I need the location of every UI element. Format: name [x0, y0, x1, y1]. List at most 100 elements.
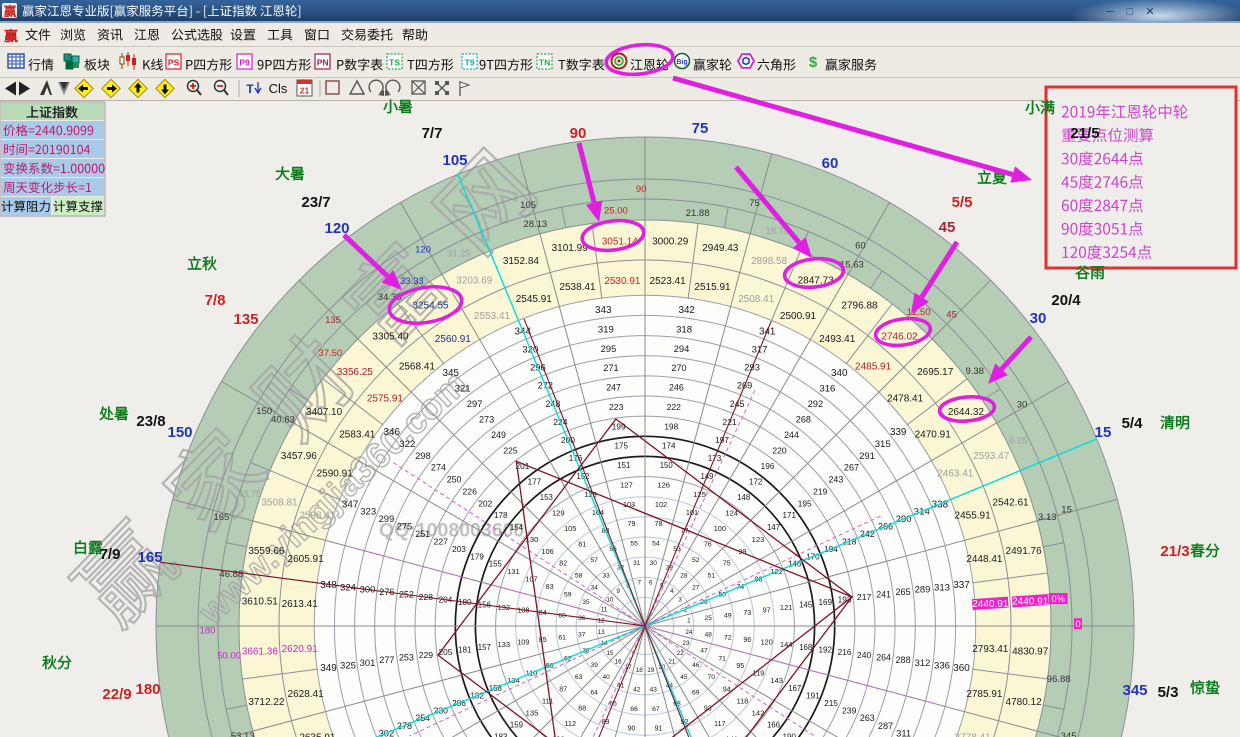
svg-text:30: 30: [1017, 400, 1028, 411]
svg-text:229: 229: [419, 650, 434, 660]
svg-text:5/5: 5/5: [952, 194, 973, 211]
svg-text:90: 90: [570, 125, 587, 142]
svg-text:64: 64: [590, 690, 598, 697]
svg-text:318: 318: [676, 324, 692, 335]
svg-text:40: 40: [602, 674, 610, 681]
svg-text:195: 195: [798, 498, 812, 508]
svg-text:2440.91: 2440.91: [1012, 596, 1049, 607]
svg-text:50.00: 50.00: [217, 651, 241, 662]
svg-text:271: 271: [603, 363, 618, 373]
svg-text:2500.91: 2500.91: [780, 311, 817, 322]
svg-text:313: 313: [934, 582, 950, 593]
svg-text:15: 15: [606, 650, 614, 657]
svg-text:42: 42: [633, 687, 641, 694]
svg-text:222: 222: [667, 402, 682, 412]
svg-text:249: 249: [491, 430, 506, 440]
svg-text:25: 25: [705, 615, 713, 622]
svg-text:151: 151: [617, 461, 630, 470]
svg-text:3254.55: 3254.55: [412, 301, 449, 312]
svg-text:246: 246: [669, 383, 684, 393]
svg-text:1: 1: [687, 617, 691, 624]
svg-text:120: 120: [415, 245, 431, 256]
svg-text:2695.17: 2695.17: [917, 367, 954, 378]
svg-text:287: 287: [878, 721, 893, 731]
svg-text:61: 61: [558, 634, 566, 641]
svg-text:102: 102: [655, 500, 667, 509]
svg-text:123: 123: [752, 535, 765, 544]
svg-text:37.50: 37.50: [318, 348, 342, 359]
svg-text:2523.41: 2523.41: [650, 276, 687, 287]
svg-text:49: 49: [724, 613, 732, 620]
svg-text:23: 23: [682, 640, 690, 647]
svg-text:60: 60: [822, 155, 839, 172]
svg-text:345: 345: [1061, 731, 1077, 737]
svg-text:275: 275: [397, 522, 412, 532]
svg-text:265: 265: [896, 587, 911, 597]
svg-text:3305.40: 3305.40: [372, 331, 409, 342]
svg-text:2949.43: 2949.43: [702, 243, 739, 254]
svg-text:198: 198: [664, 421, 678, 431]
svg-text:34: 34: [591, 584, 599, 591]
svg-text:316: 316: [819, 384, 835, 395]
svg-text:217: 217: [857, 592, 872, 602]
svg-text:97: 97: [763, 606, 771, 615]
svg-text:107: 107: [525, 575, 537, 584]
svg-text:2796.88: 2796.88: [841, 301, 878, 312]
svg-text:2593.47: 2593.47: [973, 451, 1010, 462]
svg-text:2628.41: 2628.41: [288, 689, 325, 700]
svg-text:5/3: 5/3: [1158, 684, 1179, 701]
svg-text:337: 337: [953, 580, 969, 591]
svg-text:T: T: [246, 82, 254, 96]
svg-text:247: 247: [606, 383, 621, 393]
svg-text:105: 105: [520, 200, 536, 211]
svg-text:69: 69: [692, 690, 700, 697]
svg-text:66: 66: [630, 706, 638, 713]
svg-text:349: 349: [320, 663, 337, 674]
svg-text:88: 88: [578, 705, 586, 712]
svg-text:147: 147: [767, 523, 780, 532]
svg-text:60: 60: [855, 241, 866, 252]
svg-text:78: 78: [655, 521, 663, 528]
svg-text:2478.41: 2478.41: [887, 393, 924, 404]
svg-text:118: 118: [737, 696, 749, 705]
svg-text:90: 90: [636, 184, 647, 195]
svg-text:43.75: 43.75: [238, 489, 262, 500]
svg-text:295: 295: [601, 343, 617, 354]
svg-text:96.88: 96.88: [1047, 674, 1071, 685]
svg-text:159: 159: [510, 720, 523, 729]
svg-text:96: 96: [743, 637, 751, 644]
svg-text:T9: T9: [465, 58, 475, 68]
svg-text:297: 297: [467, 398, 483, 409]
svg-text:135: 135: [526, 708, 539, 717]
svg-text:150: 150: [660, 461, 674, 470]
svg-text:2635.91: 2635.91: [299, 733, 336, 737]
svg-text:2605.91: 2605.91: [288, 554, 325, 565]
svg-text:179: 179: [470, 552, 484, 561]
svg-text:2470.91: 2470.91: [915, 429, 952, 440]
svg-text:21: 21: [300, 86, 310, 96]
svg-text:2560.91: 2560.91: [435, 334, 472, 345]
svg-text:3457.96: 3457.96: [281, 451, 318, 462]
svg-text:6.25: 6.25: [1009, 435, 1028, 446]
svg-text:167: 167: [788, 684, 801, 693]
svg-text:178: 178: [494, 511, 508, 520]
svg-text:126: 126: [657, 480, 670, 489]
svg-text:2746.02: 2746.02: [881, 331, 918, 342]
svg-text:2455.91: 2455.91: [955, 510, 992, 521]
svg-text:30: 30: [1030, 310, 1047, 327]
svg-text:3508.81: 3508.81: [261, 497, 298, 508]
svg-text:75: 75: [723, 561, 731, 568]
svg-text:45: 45: [946, 310, 957, 321]
svg-text:312: 312: [915, 657, 931, 668]
svg-text:PS: PS: [168, 58, 180, 68]
svg-text:63: 63: [575, 674, 583, 681]
svg-text:342: 342: [678, 305, 694, 316]
svg-text:95: 95: [736, 663, 744, 670]
svg-text:67: 67: [652, 706, 660, 713]
svg-text:155: 155: [489, 560, 503, 569]
svg-text:21: 21: [668, 658, 676, 665]
svg-text:3661.36: 3661.36: [242, 647, 279, 658]
svg-text:7: 7: [637, 579, 641, 586]
svg-text:7/7: 7/7: [422, 125, 443, 142]
svg-text:294: 294: [674, 343, 690, 354]
